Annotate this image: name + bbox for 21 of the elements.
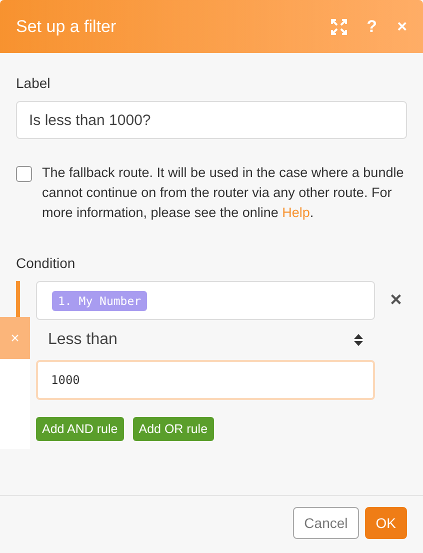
help-icon[interactable]: ? [366, 18, 378, 35]
add-rule-button[interactable]: Add AND rule [36, 417, 124, 441]
remove-button[interactable]: × [385, 289, 407, 312]
variable-tag[interactable]: 1. My Number [52, 290, 148, 310]
close-icon[interactable]: × [397, 18, 407, 35]
field-label: Label [16, 75, 52, 91]
help-link[interactable]: Help [282, 205, 310, 220]
label-input[interactable]: Is less than 1000? [16, 101, 407, 139]
operand-field[interactable]: 1. My Number [36, 281, 375, 320]
add-rule-button[interactable]: Add OR rule [132, 417, 214, 441]
fallback-description: The fallback route. It will be used in the case where a bundle cannot continue on from the router via any other route. For more information, please see the online Help. [42, 164, 405, 222]
side-close-tab[interactable]: × [0, 317, 30, 359]
value-input[interactable]: 1000 [36, 360, 375, 400]
field-label: Condition [16, 255, 76, 271]
sort-caret-icon [354, 334, 363, 346]
expand-icon[interactable] [330, 18, 347, 34]
operator-select[interactable]: Less than [36, 320, 375, 360]
ok-button[interactable]: OK [364, 506, 407, 538]
cancel-button[interactable]: Cancel [293, 506, 359, 538]
fallback-checkbox[interactable] [16, 166, 32, 182]
dialog-title: Set up a filter [16, 16, 116, 36]
